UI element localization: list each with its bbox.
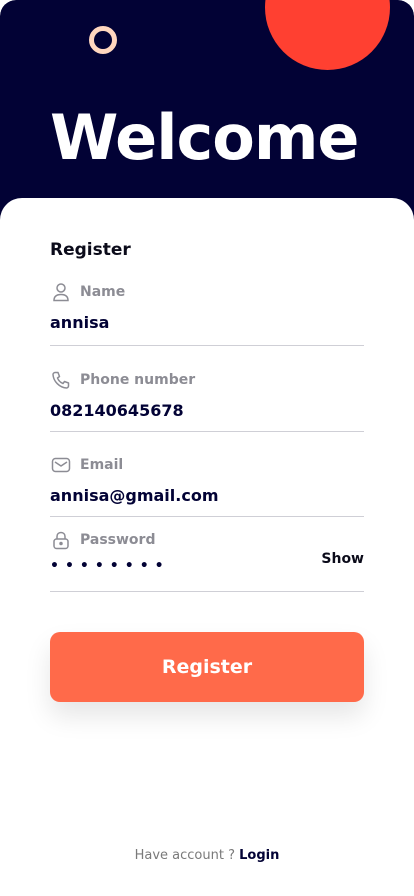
phone-field: Phone number 082140645678 (50, 368, 364, 432)
name-label: Name (80, 284, 126, 300)
lock-icon (50, 529, 72, 551)
password-input[interactable]: •••••••• (50, 558, 170, 574)
email-label: Email (80, 457, 124, 473)
user-icon (50, 281, 72, 303)
decorative-ring (89, 26, 117, 54)
mail-icon (50, 454, 72, 476)
login-link[interactable]: Login (239, 848, 279, 863)
show-password-toggle[interactable]: Show (321, 551, 364, 567)
form-title: Register (50, 240, 131, 260)
login-prompt: Have account ? Login (0, 848, 414, 863)
email-input[interactable]: annisa@gmail.com (50, 485, 364, 507)
decorative-circle (265, 0, 390, 70)
phone-icon (50, 369, 72, 391)
phone-input[interactable]: 082140645678 (50, 400, 364, 422)
register-button[interactable]: Register (50, 632, 364, 702)
phone-label: Phone number (80, 372, 196, 388)
name-input[interactable]: annisa (50, 312, 364, 334)
register-screen: Welcome Register Name annisa Phone numbe… (0, 0, 414, 896)
register-card: Register Name annisa Phone number 082140… (0, 198, 414, 896)
have-account-text: Have account ? (134, 848, 235, 863)
welcome-title: Welcome (50, 101, 359, 174)
email-field: Email annisa@gmail.com (50, 453, 364, 517)
password-field: Password •••••••• Show (50, 528, 364, 592)
password-label: Password (80, 532, 156, 548)
name-field: Name annisa (50, 280, 364, 346)
